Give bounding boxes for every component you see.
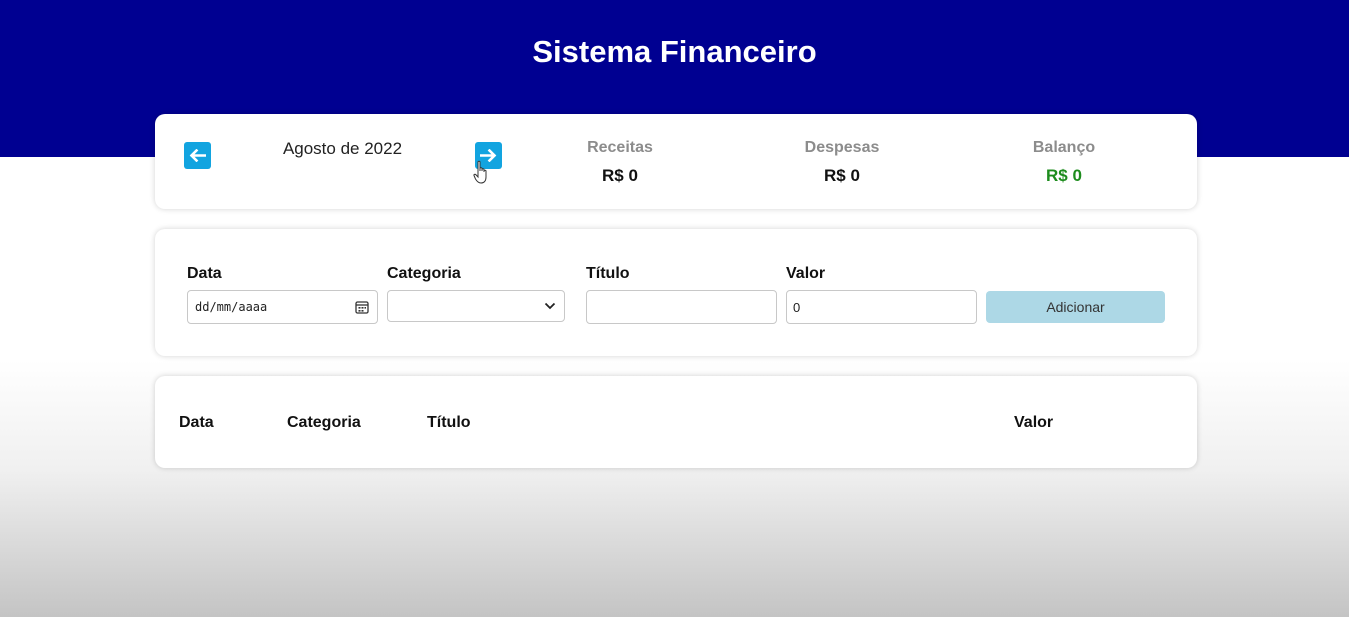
titulo-input[interactable] <box>586 290 777 324</box>
balanco-summary: Balanço R$ 0 <box>974 139 1154 186</box>
balanco-title: Balanço <box>1032 139 1096 156</box>
data-field: Data dd/mm/aaaa <box>187 265 378 324</box>
calendar-icon[interactable] <box>355 300 369 314</box>
receitas-summary: Receitas R$ 0 <box>530 139 710 186</box>
valor-input-value: 0 <box>793 300 801 315</box>
despesas-summary: Despesas R$ 0 <box>752 139 932 186</box>
data-label: Data <box>187 265 222 282</box>
page-title: Sistema Financeiro <box>532 34 817 69</box>
column-header-valor: Valor <box>1014 414 1054 431</box>
chevron-down-icon <box>544 302 556 310</box>
column-header-data: Data <box>179 414 214 431</box>
receitas-title: Receitas <box>587 139 653 156</box>
valor-label: Valor <box>786 265 826 282</box>
column-header-categoria: Categoria <box>287 414 361 431</box>
date-placeholder: dd/mm/aaaa <box>195 300 268 314</box>
transactions-table: Data Categoria Título Valor <box>155 376 1197 468</box>
titulo-label: Título <box>586 265 630 282</box>
arrow-left-icon <box>189 149 206 162</box>
add-button[interactable]: Adicionar <box>986 291 1165 323</box>
categoria-label: Categoria <box>387 265 461 282</box>
info-card: Agosto de 2022 Receitas R$ 0 Despesas R$… <box>155 114 1197 209</box>
balanco-value: R$ 0 <box>1046 166 1082 185</box>
hand-pointer-icon <box>473 160 487 184</box>
despesas-value: R$ 0 <box>824 166 860 185</box>
despesas-title: Despesas <box>804 139 880 156</box>
titulo-field: Título <box>586 265 777 324</box>
categoria-field: Categoria <box>387 265 565 322</box>
prev-month-button[interactable] <box>184 142 211 169</box>
valor-input[interactable]: 0 <box>786 290 977 324</box>
valor-field: Valor 0 <box>786 265 977 324</box>
date-input[interactable]: dd/mm/aaaa <box>187 290 378 324</box>
current-month-label: Agosto de 2022 <box>282 139 403 158</box>
categoria-select[interactable] <box>387 290 565 322</box>
column-header-titulo: Título <box>427 414 471 431</box>
receitas-value: R$ 0 <box>602 166 638 185</box>
input-form-card: Data dd/mm/aaaa Categoria Título Valor 0… <box>155 229 1197 356</box>
